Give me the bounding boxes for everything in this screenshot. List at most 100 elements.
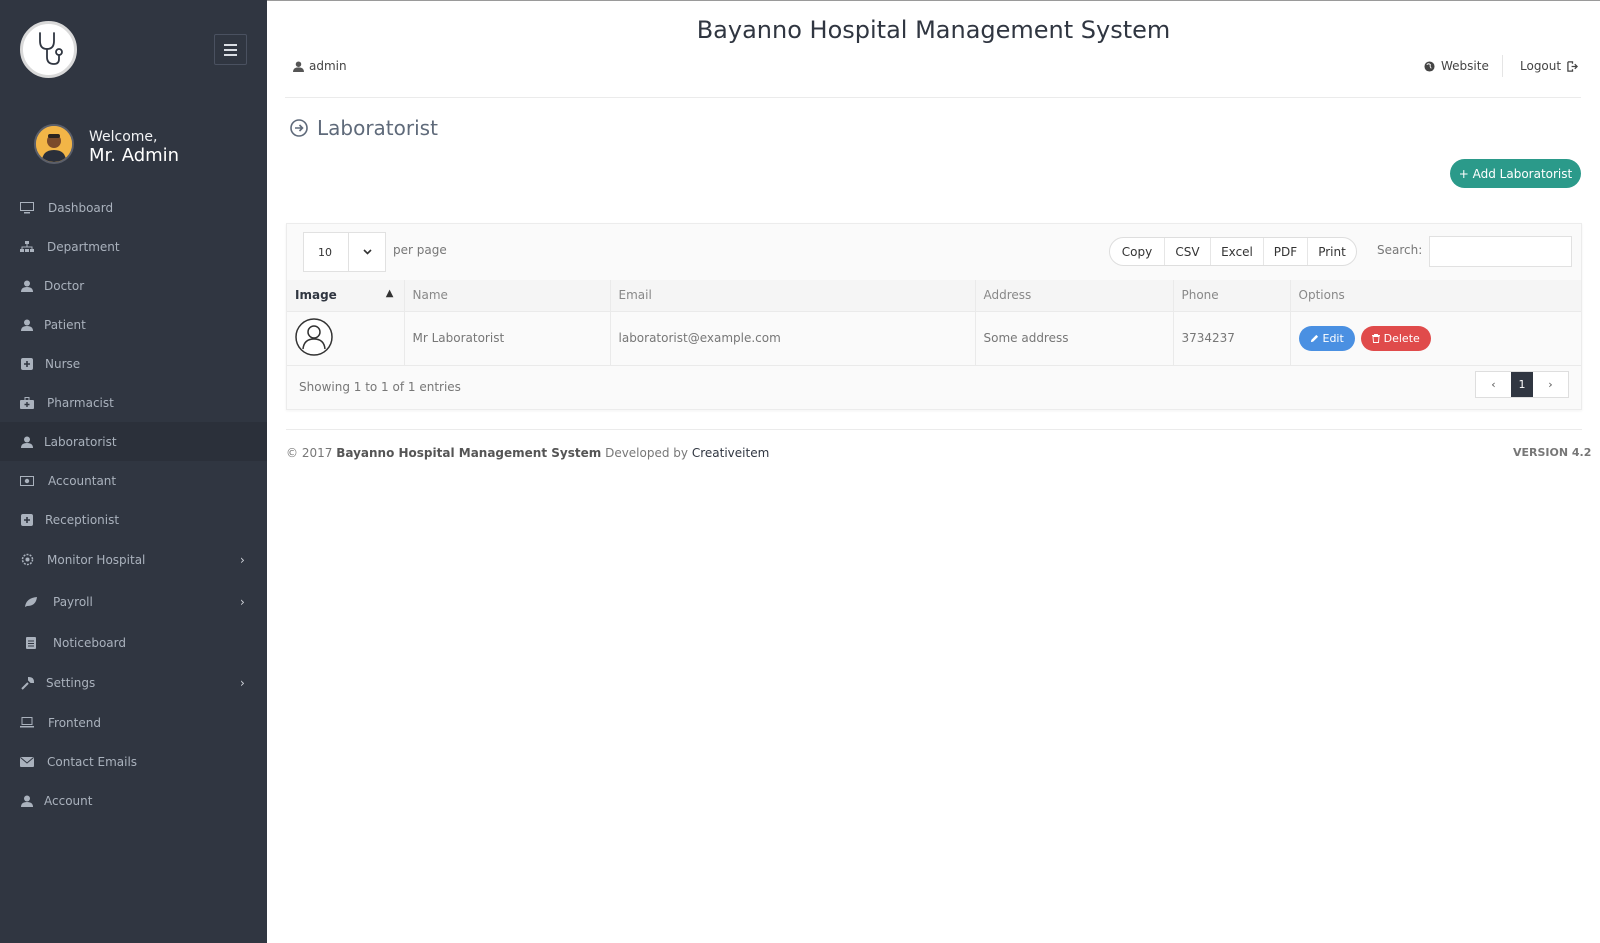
delete-label: Delete xyxy=(1383,331,1420,345)
logout-link[interactable]: Logout xyxy=(1520,59,1579,73)
sidebar: Welcome, Mr. Admin Dashboard Department Do… xyxy=(0,0,267,943)
menu-toggle-button[interactable] xyxy=(214,34,247,65)
sidebar-item-label: Noticeboard xyxy=(53,636,126,650)
developed-by: Developed by xyxy=(605,446,689,460)
next-page-button[interactable]: › xyxy=(1533,372,1568,397)
user-icon xyxy=(20,794,34,808)
file-icon xyxy=(24,636,38,650)
avatar xyxy=(34,124,74,164)
sidebar-item-nurse[interactable]: Nurse xyxy=(0,344,267,383)
sidebar-item-label: Payroll xyxy=(53,594,93,609)
header-separator xyxy=(1502,55,1503,77)
edit-button[interactable]: Edit xyxy=(1298,325,1355,351)
sidebar-item-label: Nurse xyxy=(45,356,81,371)
globe-icon xyxy=(1424,60,1435,72)
sidebar-item-department[interactable]: Department xyxy=(0,227,267,266)
row-options: Edit Delete xyxy=(1290,311,1581,366)
sidebar-item-pharmacist[interactable]: Pharmacist xyxy=(0,383,267,422)
sidebar-item-label: Settings xyxy=(46,676,96,690)
plus-square-icon xyxy=(20,357,34,371)
sidebar-item-payroll[interactable]: Payroll › xyxy=(0,580,267,623)
copy-button[interactable]: Copy xyxy=(1110,238,1164,265)
column-header-image[interactable]: Image ▲ xyxy=(287,280,405,312)
per-page-label: per page xyxy=(393,243,447,257)
previous-page-button[interactable]: ‹ xyxy=(1476,372,1511,397)
row-name: Mr Laboratorist xyxy=(404,311,611,366)
sidebar-item-label: Dashboard xyxy=(48,200,114,215)
sidebar-item-label: Pharmacist xyxy=(47,395,114,410)
delete-button[interactable]: Delete xyxy=(1360,325,1431,351)
current-user-label: admin xyxy=(309,59,347,73)
table-row: Mr Laboratorist laboratorist@example.com… xyxy=(287,311,1581,366)
sidebar-item-label: Contact Emails xyxy=(47,754,138,769)
sidebar-item-laboratorist[interactable]: Laboratorist xyxy=(0,422,267,461)
sidebar-item-contact-emails[interactable]: Contact Emails xyxy=(0,742,267,781)
money-icon xyxy=(20,474,34,488)
user-icon xyxy=(20,318,34,332)
sidebar-item-noticeboard[interactable]: Noticeboard xyxy=(0,623,267,663)
monitor-icon xyxy=(20,201,34,215)
logout-icon xyxy=(1567,60,1579,72)
add-laboratorist-button[interactable]: + Add Laboratorist xyxy=(1450,159,1581,188)
column-header-address[interactable]: Address xyxy=(975,280,1174,312)
sidebar-item-label: Monitor Hospital xyxy=(47,552,146,567)
footer-divider xyxy=(286,429,1582,430)
laptop-icon xyxy=(20,716,34,730)
sitemap-icon xyxy=(20,240,34,254)
excel-button[interactable]: Excel xyxy=(1210,238,1263,265)
sidebar-item-label: Department xyxy=(47,239,120,254)
csv-button[interactable]: CSV xyxy=(1164,238,1210,265)
sidebar-item-label: Laboratorist xyxy=(44,434,117,449)
chevron-right-icon: › xyxy=(240,676,245,690)
entries-info: Showing 1 to 1 of 1 entries xyxy=(299,380,461,394)
sidebar-item-doctor[interactable]: Doctor xyxy=(0,266,267,305)
sidebar-item-label: Doctor xyxy=(44,278,85,293)
sidebar-item-accountant[interactable]: Accountant xyxy=(0,461,267,500)
laboratorist-table: Image ▲ Name Email Address Phone Options… xyxy=(287,280,1581,366)
medkit-icon xyxy=(20,396,34,410)
per-page-select[interactable]: 10 xyxy=(303,232,386,272)
sidebar-item-patient[interactable]: Patient xyxy=(0,305,267,344)
page-title-text: Laboratorist xyxy=(317,116,438,140)
current-user[interactable]: admin xyxy=(293,59,347,73)
sidebar-item-receptionist[interactable]: Receptionist xyxy=(0,500,267,539)
user-name: Mr. Admin xyxy=(89,145,180,166)
sidebar-item-label: Frontend xyxy=(48,715,101,730)
column-header-phone[interactable]: Phone xyxy=(1173,280,1291,312)
welcome-text: Welcome, xyxy=(89,129,158,145)
laboratorist-table-panel: 10 per page Copy CSV Excel PDF Print Sea… xyxy=(286,223,1582,410)
pagination: ‹ 1 › xyxy=(1475,371,1569,398)
sidebar-item-settings[interactable]: Settings › xyxy=(0,663,267,703)
row-phone: 3734237 xyxy=(1173,311,1291,366)
logout-label: Logout xyxy=(1520,59,1562,73)
website-link[interactable]: Website xyxy=(1424,59,1489,73)
column-header-options: Options xyxy=(1290,280,1581,312)
chevron-down-icon[interactable] xyxy=(349,233,385,271)
pencil-icon xyxy=(1310,334,1318,342)
edit-label: Edit xyxy=(1322,331,1344,345)
pdf-button[interactable]: PDF xyxy=(1263,238,1307,265)
sidebar-item-label: Accountant xyxy=(48,473,117,488)
per-page-value: 10 xyxy=(304,233,349,271)
column-header-name[interactable]: Name xyxy=(404,280,611,312)
sidebar-item-account[interactable]: Account xyxy=(0,781,267,820)
sidebar-item-frontend[interactable]: Frontend xyxy=(0,703,267,742)
sidebar-item-label: Account xyxy=(44,793,93,808)
sidebar-item-dashboard[interactable]: Dashboard xyxy=(0,188,267,227)
column-header-label: Image xyxy=(295,288,337,303)
print-button[interactable]: Print xyxy=(1307,238,1356,265)
column-header-email[interactable]: Email xyxy=(610,280,976,312)
search-label: Search: xyxy=(1377,243,1423,257)
sidebar-item-label: Patient xyxy=(44,317,86,332)
developer-link[interactable]: Creativeitem xyxy=(692,446,769,460)
footer-system-name: Bayanno Hospital Management System xyxy=(336,446,602,460)
row-image-cell xyxy=(287,311,405,366)
stethoscope-logo-icon[interactable] xyxy=(20,21,77,78)
page-button-current[interactable]: 1 xyxy=(1511,372,1533,397)
row-email: laboratorist@example.com xyxy=(610,311,976,366)
footer: © 2017 Bayanno Hospital Management Syste… xyxy=(286,446,769,460)
page-title: Laboratorist xyxy=(290,116,438,140)
sidebar-item-monitor-hospital[interactable]: Monitor Hospital › xyxy=(0,539,267,580)
export-buttons: Copy CSV Excel PDF Print xyxy=(1109,237,1357,266)
search-input[interactable] xyxy=(1429,236,1572,267)
